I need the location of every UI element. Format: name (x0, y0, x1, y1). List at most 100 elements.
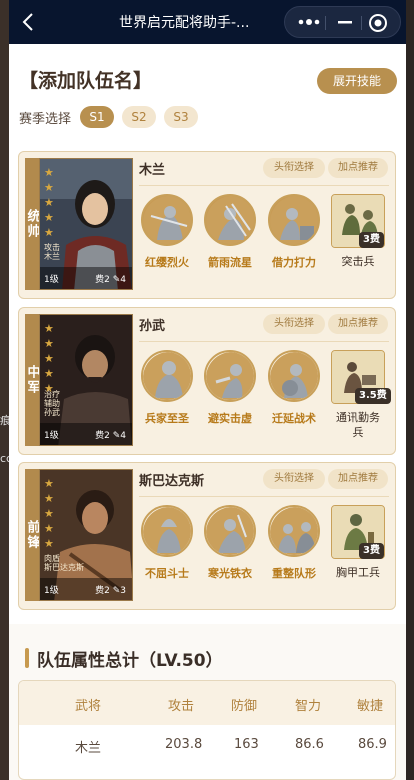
table-cell: 86.6 (295, 737, 324, 752)
skill-icon[interactable] (204, 350, 256, 402)
star-icon: ★ (44, 522, 54, 535)
skill-name: 不屈斗士 (145, 567, 189, 580)
title-bar: 世界启元配将助手-... (9, 0, 406, 44)
expand-skills-button[interactable]: 展开技能 (317, 68, 397, 94)
point-recommend-button[interactable]: 加点推荐 (328, 314, 388, 334)
hero-name: 斯巴达克斯 (139, 474, 205, 489)
star-icon: ★ (44, 367, 54, 380)
skill-icon[interactable] (268, 194, 320, 246)
skill-name: 红缨烈火 (145, 256, 189, 269)
star-icon: ★ (44, 352, 54, 365)
skill-icon[interactable] (141, 505, 193, 557)
title-select-button[interactable]: 头衔选择 (263, 158, 325, 178)
hero-tag: 治疗 (44, 390, 60, 399)
points-text: 4 (120, 431, 126, 441)
title-select-button[interactable]: 头衔选择 (263, 469, 325, 489)
table-cell: 203.8 (165, 737, 203, 752)
skill-icon[interactable] (204, 194, 256, 246)
column-header: 敏捷 (357, 699, 384, 714)
hero-portrait[interactable]: ★ ★ ★ ★ ★ 肉盾 斯巴达克斯 1级 费2 ✎3 (39, 469, 133, 601)
section-accent-bar (25, 648, 29, 668)
star-icon: ★ (44, 537, 54, 550)
skill-icon[interactable] (204, 505, 256, 557)
capsule-menu (284, 6, 401, 38)
hero-card-mulan: 统帅 ★ ★ ★ ★ ★ 攻击 木兰 1级 费2 ✎4 木兰 头衔选择 加点推荐 (18, 151, 396, 299)
stats-title: 队伍属性总计（LV.50） (37, 651, 223, 671)
star-rating: ★ ★ ★ ★ ★ (44, 165, 58, 240)
table-cell: 86.9 (358, 737, 387, 752)
skill-icon[interactable] (268, 505, 320, 557)
point-recommend-button[interactable]: 加点推荐 (328, 158, 388, 178)
skill-name: 箭雨流星 (208, 256, 252, 269)
season-option-s3[interactable]: S3 (164, 106, 198, 128)
star-icon: ★ (44, 492, 54, 505)
star-rating: ★ ★ ★ ★ ★ (44, 476, 58, 551)
hero-name: 孙武 (139, 319, 166, 334)
skill-name: 避实击虚 (208, 412, 252, 425)
mini-program-window: 世界启元配将助手-... 【添加队伍名】 展开技能 赛季选择 S1 S2 S3 … (9, 0, 406, 780)
hero-card-sunwu: 中军 ★ ★ ★ ★ ★ 治疗 辅助 孙武 1级 费2 ✎4 孙武 头衔选择 加点推 (18, 307, 396, 455)
cost-text: 费2 (95, 275, 110, 285)
stats-table: 武将 攻击 防御 智力 敏捷 木兰 203.8 163 86.6 86.9 (18, 680, 396, 780)
skill-name: 寒光铁衣 (208, 567, 252, 580)
star-icon: ★ (44, 181, 54, 194)
season-label: 赛季选择 (19, 112, 72, 127)
hero-cost: 费2 ✎4 (95, 272, 126, 285)
column-header: 攻击 (168, 699, 195, 714)
hero-portrait[interactable]: ★ ★ ★ ★ ★ 治疗 辅助 孙武 1级 费2 ✎4 (39, 314, 133, 446)
cost-text: 费2 (95, 431, 110, 441)
hero-role-badge: 中军 (25, 314, 40, 446)
background-text-fragment: cc (0, 452, 9, 465)
star-icon: ★ (44, 196, 54, 209)
hero-role-badge: 统帅 (25, 158, 40, 290)
skill-name: 重整队形 (272, 567, 316, 580)
hero-tag: 木兰 (44, 252, 60, 261)
minimize-icon[interactable] (335, 16, 355, 28)
troop-name: 突击兵 (341, 255, 375, 268)
troop-cost-badge: 3费 (359, 543, 384, 559)
background-text-fragment: 痕 (0, 414, 9, 427)
skill-name: 兵家至圣 (145, 412, 189, 425)
hero-role-badge: 前锋 (25, 469, 40, 601)
troop-name: 通讯勤务兵 (336, 411, 380, 439)
season-option-s2[interactable]: S2 (122, 106, 156, 128)
divider (139, 496, 389, 497)
skill-icon[interactable] (141, 350, 193, 402)
star-icon: ★ (44, 337, 54, 350)
background-window-edge (0, 0, 9, 780)
title-select-button[interactable]: 头衔选择 (263, 314, 325, 334)
team-name[interactable]: 【添加队伍名】 (19, 66, 152, 93)
more-dots-icon[interactable] (297, 16, 321, 28)
season-option-s1[interactable]: S1 (80, 106, 114, 128)
hero-tags: 肉盾 斯巴达克斯 (44, 554, 84, 572)
divider (139, 185, 389, 186)
hero-portrait[interactable]: ★ ★ ★ ★ ★ 攻击 木兰 1级 费2 ✎4 (39, 158, 133, 290)
star-rating: ★ ★ ★ ★ ★ (44, 321, 58, 396)
column-header: 防御 (231, 699, 258, 714)
skill-name: 迁延战术 (272, 412, 316, 425)
hero-level: 1级 (44, 431, 59, 441)
hero-tag: 斯巴达克斯 (44, 563, 84, 572)
points-text: 3 (120, 586, 126, 596)
hero-tag: 孙武 (44, 408, 60, 417)
chevron-left-icon[interactable] (19, 12, 39, 32)
star-icon: ★ (44, 166, 54, 179)
hero-name: 木兰 (139, 163, 166, 178)
column-header: 智力 (295, 699, 322, 714)
capsule-divider (361, 16, 362, 30)
troop-cost-badge: 3费 (359, 232, 384, 248)
capsule-divider (325, 16, 326, 30)
points-text: 4 (120, 275, 126, 285)
star-icon: ★ (44, 211, 54, 224)
point-recommend-button[interactable]: 加点推荐 (328, 469, 388, 489)
star-icon: ★ (44, 226, 54, 239)
divider (139, 341, 389, 342)
cost-text: 费2 (95, 586, 110, 596)
hero-cost: 费2 ✎3 (95, 583, 126, 596)
star-icon: ★ (44, 322, 54, 335)
target-close-icon[interactable] (367, 12, 389, 34)
skill-icon[interactable] (141, 194, 193, 246)
skill-icon[interactable] (268, 350, 320, 402)
column-header: 武将 (75, 699, 102, 714)
table-cell: 木兰 (75, 741, 102, 756)
